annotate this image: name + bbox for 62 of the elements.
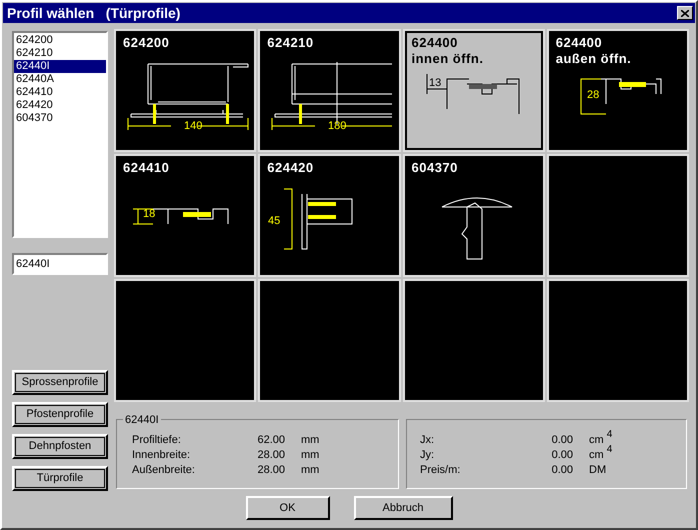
row-label: Außenbreite: (132, 464, 196, 477)
dimension-label: 28 (586, 89, 599, 101)
empty-tile[interactable] (548, 156, 687, 275)
dimension-label: 45 (268, 215, 280, 227)
profile-tile[interactable]: 624400 innen öffn. 13 (404, 31, 543, 150)
profile-tile[interactable]: 624410 18 (116, 156, 254, 275)
tile-label: innen öffn. (410, 51, 484, 67)
row-label: Profiltiefe: (132, 434, 182, 447)
category-button[interactable]: Dehnpfosten (12, 434, 108, 459)
empty-tile[interactable] (260, 281, 398, 400)
row-unit: mm (301, 434, 320, 447)
profile-tile[interactable]: 624400 außen öffn. 28 (548, 31, 687, 150)
dimension-label: 180 (328, 120, 347, 132)
list-item[interactable]: 604370 (14, 112, 106, 125)
profile-tile[interactable]: 624420 45 (260, 156, 398, 275)
row-value: 0.00 (550, 449, 573, 462)
tile-label: 624200 (122, 35, 170, 51)
list-item[interactable]: 62440A (14, 73, 106, 86)
empty-tile[interactable] (116, 281, 254, 400)
row-value: 0.00 (550, 434, 573, 447)
row-unit: mm (301, 449, 320, 462)
list-item[interactable]: 624420 (14, 99, 106, 112)
row-value: 0.00 (550, 464, 573, 477)
category-button[interactable]: Sprossenprofile (12, 370, 108, 395)
tile-label: 604370 (410, 160, 459, 176)
profile-drawing (284, 188, 353, 250)
list-item[interactable]: 624210 (14, 47, 106, 60)
row-value: 62.00 (256, 434, 285, 447)
row-unit: DM (589, 464, 606, 477)
profile-tile[interactable]: 604370 (404, 156, 543, 275)
list-item[interactable]: 62440I (14, 60, 106, 73)
row-unit: mm (301, 464, 320, 477)
profile-tile[interactable]: 624210 180 (260, 31, 398, 150)
profile-drawing (441, 198, 512, 260)
window-title: Profil wählen (Türprofile) (7, 4, 180, 23)
tile-label: 624400 (554, 35, 604, 51)
dimension-label: 13 (428, 77, 441, 89)
dimension-label: 18 (143, 208, 156, 220)
list-item[interactable]: 624200 (14, 34, 106, 47)
dialog-button[interactable]: Abbruch (354, 496, 452, 520)
row-label: Innenbreite: (132, 449, 192, 462)
row-label: Jx: (420, 434, 436, 447)
dialog-button[interactable]: OK (246, 496, 330, 520)
tile-label: außen öffn. (554, 51, 632, 67)
dimension-label: 140 (184, 120, 202, 132)
empty-tile[interactable] (548, 281, 687, 400)
close-icon (681, 10, 689, 16)
category-button[interactable]: Pfostenprofile (12, 402, 108, 427)
tile-label: 624420 (266, 160, 315, 176)
row-value: 28.00 (256, 449, 285, 462)
row-value: 28.00 (256, 464, 285, 477)
row-label: Preis/m: (420, 464, 462, 477)
profile-tile[interactable]: 624200 140 (116, 31, 254, 150)
tile-label: 624400 (410, 35, 459, 51)
row-label: Jy: (420, 449, 436, 462)
tile-label: 624410 (122, 160, 170, 176)
list-item[interactable]: 624410 (14, 86, 106, 99)
close-button[interactable] (677, 6, 693, 20)
empty-tile[interactable] (404, 281, 543, 400)
profile-field[interactable]: 62440I (12, 253, 108, 275)
category-button[interactable]: Türprofile (12, 466, 108, 491)
tile-label: 624210 (266, 35, 315, 51)
